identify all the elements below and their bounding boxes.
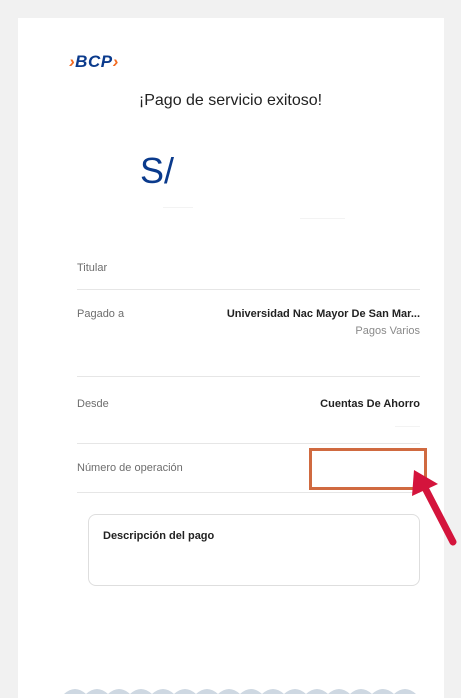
divider (77, 289, 420, 290)
bcp-logo: ›BCP› (69, 52, 119, 72)
pointer-arrow-icon (412, 470, 457, 546)
divider (77, 376, 420, 377)
success-headline: ¡Pago de servicio exitoso! (138, 92, 323, 109)
desde-label: Desde (77, 398, 109, 410)
redacted-line (395, 426, 420, 427)
logo-chevron-right: › (112, 52, 119, 71)
description-card: Descripción del pago (88, 514, 420, 586)
receipt-card (18, 18, 444, 698)
titular-label: Titular (77, 262, 108, 274)
receipt-scallop-edge (64, 689, 418, 694)
divider (77, 492, 420, 493)
divider (77, 443, 420, 444)
pagado-a-value: Universidad Nac Mayor De San Mar... (226, 308, 420, 320)
pagado-a-sub: Pagos Varios (355, 325, 420, 337)
amount-currency: S/ (140, 150, 175, 191)
pagado-a-label: Pagado a (77, 308, 125, 320)
redacted-line (300, 218, 345, 219)
desde-value: Cuentas De Ahorro (320, 398, 420, 410)
description-title: Descripción del pago (103, 530, 215, 542)
redacted-line (163, 207, 193, 208)
logo-text: BCP (75, 52, 113, 71)
numero-operacion-label: Número de operación (77, 462, 183, 474)
